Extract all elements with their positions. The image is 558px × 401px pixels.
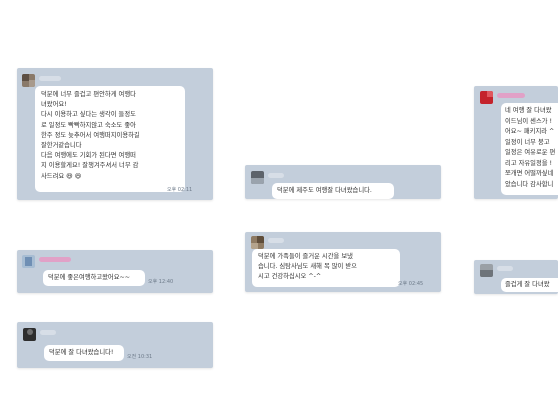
message-line: 덕분에 잘 다녀왔습니다! [49,349,114,356]
review-card-1: 덕분에 너무 즐겁고 편안하게 여행다 녀왔어요! 다시 이용하고 싶다는 생각… [17,68,213,200]
avatar [22,74,35,87]
message-line: 한주 정도 늦추어서 여행떠지이용하길 [41,131,140,139]
sender-name-blurred [268,238,284,243]
sender-name-blurred [497,266,513,271]
message-bubble: 덕분에 좋은여행하고왔어요~~ [43,270,145,286]
message-line: 어요~ 패키지라 ^ [505,128,555,135]
sender-name-blurred [268,173,284,178]
message-line: 이드님이 센스가 ! [505,117,553,125]
message-time: 오후 02:11 [167,187,193,193]
message-time: 오후 12:40 [148,279,174,285]
avatar [480,264,493,277]
message-bubble: 즐겁게 잘 다녀왔 [501,278,558,292]
message-line: 로 일정도 빡빡하지않고 숙소도 좋아 [41,121,136,129]
message-line: 덕분에 좋은여행하고왔어요~~ [48,274,131,281]
avatar [251,171,264,184]
message-line: 사드려요 😆 😆 [41,172,82,180]
message-time: 오후 02:45 [398,281,424,287]
avatar [251,236,264,249]
sender-name-blurred [39,257,71,262]
sender-name-blurred [40,330,56,335]
avatar [480,91,493,104]
message-line: 다음 여행에도 기회가 된다면 여행떠 [41,152,136,160]
review-card-2: 덕분에 좋은여행하고왔어요~~ 오후 12:40 [17,250,213,293]
message-line: 리고 자유일정을 ! [505,159,553,167]
message-line: 덕분에 가족들이 즐거운 시간을 보냈 [258,253,353,260]
avatar [22,255,35,268]
message-line: 시고 건강하십시오 ^-^ [258,273,322,280]
message-bubble: 덕분에 잘 다녀왔습니다! [44,345,124,361]
review-card-3: 덕분에 잘 다녀왔습니다! 오전 10:31 [17,322,213,368]
message-line: 습니다. 심탐사님도 새해 복 많이 받으 [258,263,357,270]
review-card-7: 즐겁게 잘 다녀왔 [474,260,558,294]
avatar [23,328,36,341]
message-time: 오전 10:31 [127,354,153,360]
review-card-6: 네 여행 잘 다녀왔 이드님이 센스가 ! 어요~ 패키지라 ^ 일정이 너무 … [474,86,558,199]
sender-name-blurred [497,93,525,98]
message-line: 즐겁게 잘 다녀왔 [505,281,550,288]
sender-name-blurred [39,76,61,81]
message-bubble: 덕분에 너무 즐겁고 편안하게 여행다 녀왔어요! 다시 이용하고 싶다는 생각… [35,86,185,192]
message-line: 일정은 여유로운 편 [505,149,556,156]
message-bubble: 덕분에 가족들이 즐거운 시간을 보냈 습니다. 심탐사님도 새해 복 많이 받… [252,249,400,287]
review-card-4: 덕분에 제주도 여행잘 다녀왔습니다. [245,165,441,199]
message-line: 다시 이용하고 싶다는 생각이 들정도 [41,111,136,119]
message-bubble: 덕분에 제주도 여행잘 다녀왔습니다. [272,183,394,199]
message-line: 녀왔어요! [41,101,67,109]
message-line: 네 여행 잘 다녀왔 [505,107,552,114]
message-line: 덕분에 너무 즐겁고 편안하게 여행다 [41,91,136,98]
message-line: 았습니다 감사합니 [505,180,554,188]
message-line: 잘한거같습니다 [41,142,82,150]
review-card-5: 덕분에 가족들이 즐거운 시간을 보냈 습니다. 심탐사님도 새해 복 많이 받… [245,232,441,292]
message-bubble: 네 여행 잘 다녀왔 이드님이 센스가 ! 어요~ 패키지라 ^ 일정이 너무 … [501,103,558,195]
message-line: 지 이용할게요! 잘챙겨주셔서 너무 감 [41,162,139,170]
message-line: 쪼개면 어떨까싶네 [505,170,554,177]
message-line: 일정이 너무 붕고 [505,138,550,146]
message-line: 덕분에 제주도 여행잘 다녀왔습니다. [277,187,372,194]
